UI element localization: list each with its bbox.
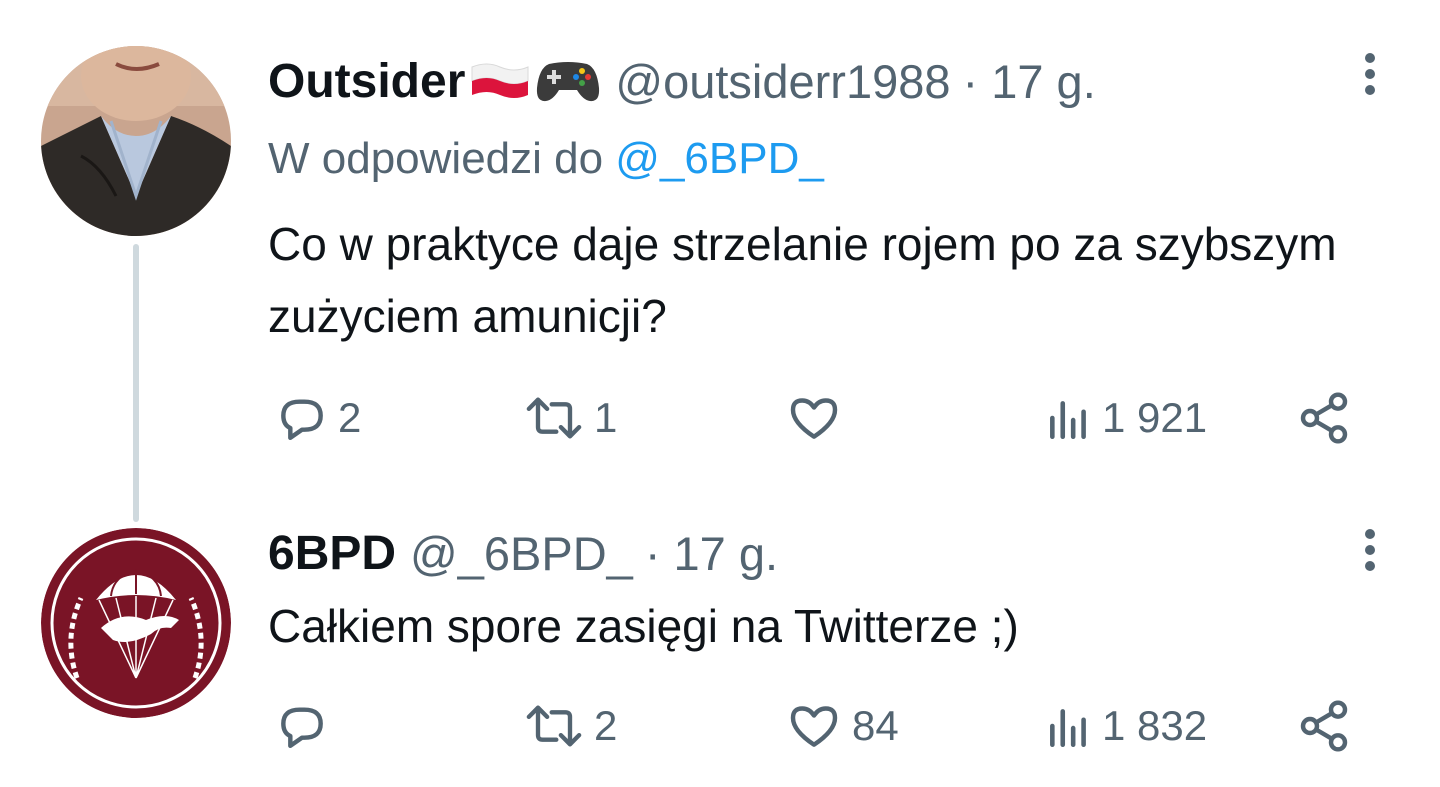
reply-button[interactable] (274, 698, 338, 754)
tweet-text: Całkiem spore zasięgi na Twitterze ;) (268, 600, 1019, 652)
display-name[interactable]: Outsider (268, 54, 465, 109)
retweet-count: 1 (594, 394, 618, 441)
views-button[interactable]: 1 832 (1044, 698, 1207, 754)
like-button[interactable] (784, 390, 852, 446)
retweet-button[interactable]: 2 (522, 698, 617, 754)
heart-icon (790, 706, 838, 747)
views-count: 1 921 (1102, 394, 1208, 441)
retweet-count: 2 (594, 702, 618, 749)
reply-count: 2 (338, 394, 362, 441)
heart-icon (790, 398, 838, 439)
share-button[interactable] (1296, 390, 1352, 446)
tweet-header: Outsider @outsiderr1988 · 17 g. (268, 52, 1096, 110)
flag-poland-icon (469, 59, 531, 103)
reply-context: W odpowiedzi do @_6BPD_ (268, 134, 824, 184)
tweet-6bpd[interactable]: 6BPD @_6BPD_ · 17 g. Całkiem spore zasię… (0, 500, 1440, 787)
views-count: 1 832 (1102, 702, 1208, 749)
reply-icon (281, 707, 323, 749)
views-button[interactable]: 1 921 (1044, 390, 1207, 446)
like-count: 84 (852, 702, 899, 749)
retweet-icon (526, 705, 582, 747)
reply-prefix: W odpowiedzi do (268, 134, 616, 183)
share-icon (1300, 700, 1348, 752)
handle[interactable]: @outsiderr1988 (615, 54, 950, 109)
thread-line (133, 244, 139, 522)
tweet-outsider[interactable]: Outsider @outsiderr1988 · 17 g. W odpowi… (0, 0, 1440, 522)
timestamp[interactable]: · 17 g. (645, 526, 778, 581)
share-button[interactable] (1296, 698, 1352, 754)
avatar-outsider[interactable] (41, 46, 231, 236)
reply-icon (281, 399, 323, 441)
like-button[interactable]: 84 (784, 698, 899, 754)
retweet-icon (526, 397, 582, 439)
views-icon (1050, 401, 1086, 440)
more-options-icon[interactable] (1356, 52, 1384, 96)
more-options-icon[interactable] (1356, 528, 1384, 572)
avatar-6bpd[interactable] (41, 528, 231, 718)
display-name[interactable]: 6BPD (268, 526, 396, 581)
views-icon (1050, 709, 1086, 748)
tweet-text: Co w praktyce daje strzelanie rojem po z… (268, 218, 1337, 342)
tweet-header: 6BPD @_6BPD_ · 17 g. (268, 524, 778, 582)
game-controller-icon (535, 58, 601, 104)
handle[interactable]: @_6BPD_ (410, 526, 633, 581)
action-bar: 2 84 1 832 (268, 698, 1368, 758)
retweet-button[interactable]: 1 (522, 390, 617, 446)
reply-mention-link[interactable]: @_6BPD_ (615, 134, 824, 183)
timestamp[interactable]: · 17 g. (963, 54, 1096, 109)
reply-button[interactable]: 2 (274, 390, 361, 446)
share-icon (1300, 392, 1348, 444)
action-bar: 2 1 1 921 (268, 390, 1368, 450)
